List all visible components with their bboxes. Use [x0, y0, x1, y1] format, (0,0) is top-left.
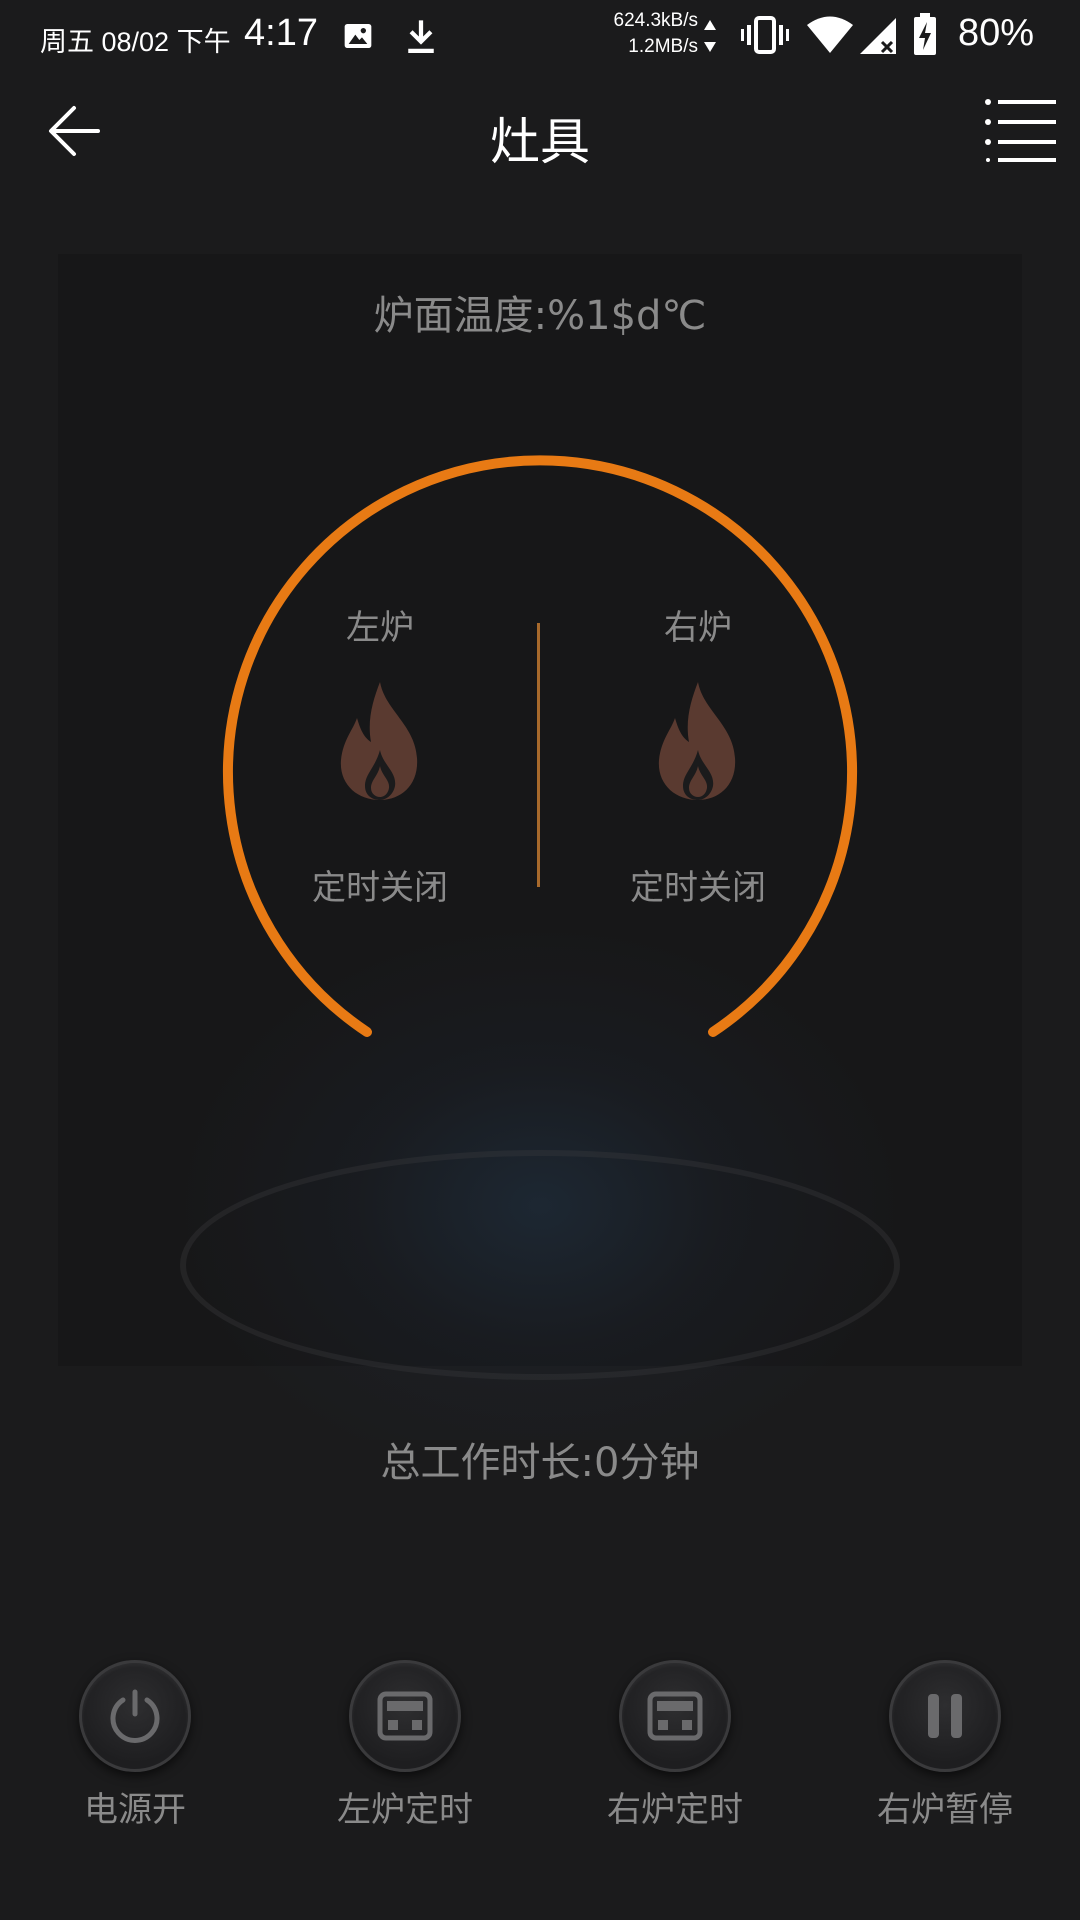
right-burner-label: 右炉	[664, 608, 732, 648]
left-burner-status: 定时关闭	[312, 868, 448, 908]
menu-button[interactable]	[984, 96, 1058, 162]
vibrate-icon	[741, 16, 789, 54]
right-pause-control[interactable]: 右炉暂停	[845, 1660, 1045, 1831]
temperature-gauge-arc	[223, 455, 857, 1037]
left-burner-label: 左炉	[346, 608, 414, 648]
timer-icon	[647, 1691, 703, 1741]
left-timer-label: 左炉定时	[337, 1790, 473, 1830]
right-burner-status: 定时关闭	[630, 868, 766, 908]
burner-divider	[537, 623, 540, 887]
timer-icon	[377, 1691, 433, 1741]
speed-up-text: 624.3kB/s	[613, 10, 699, 31]
battery-charging-icon	[914, 13, 936, 55]
app-screen: 周五 08/02 下午 4:17 624.3kB/s 1.2MB/s 80% 灶…	[0, 0, 1080, 1920]
status-date: 周五 08/02 下午	[40, 27, 231, 57]
battery-percent: 80%	[958, 12, 1035, 54]
page-title: 灶具	[490, 113, 590, 171]
left-flame-icon[interactable]	[335, 680, 425, 800]
power-label: 电源开	[84, 1790, 186, 1830]
burner-ring-decoration	[180, 1150, 900, 1380]
transfer-arrows-icon	[704, 20, 716, 52]
right-timer-label: 右炉定时	[607, 1790, 743, 1830]
power-icon	[110, 1689, 160, 1743]
pause-icon	[928, 1694, 962, 1738]
right-flame-icon[interactable]	[653, 680, 743, 800]
app-header: 灶具	[0, 72, 1080, 192]
speed-down-text: 1.2MB/s	[628, 36, 698, 57]
image-icon	[344, 24, 372, 48]
left-timer-control[interactable]: 左炉定时	[305, 1660, 505, 1831]
left-timer-button[interactable]	[349, 1660, 461, 1772]
total-work-time: 总工作时长:0分钟	[380, 1440, 700, 1486]
power-button[interactable]	[79, 1660, 191, 1772]
status-time: 4:17	[244, 12, 318, 54]
list-menu-icon	[985, 99, 1056, 162]
download-icon	[408, 20, 434, 53]
status-bar: 周五 08/02 下午 4:17 624.3kB/s 1.2MB/s 80%	[0, 0, 1080, 72]
surface-temperature: 炉面温度:%1$d℃	[373, 293, 707, 339]
power-control[interactable]: 电源开	[35, 1660, 235, 1831]
right-timer-button[interactable]	[619, 1660, 731, 1772]
network-speed: 624.3kB/s 1.2MB/s	[580, 8, 699, 60]
right-pause-button[interactable]	[889, 1660, 1001, 1772]
right-pause-label: 右炉暂停	[877, 1790, 1013, 1830]
right-timer-control[interactable]: 右炉定时	[575, 1660, 775, 1831]
wifi-icon	[807, 16, 853, 53]
no-signal-icon	[860, 18, 896, 54]
